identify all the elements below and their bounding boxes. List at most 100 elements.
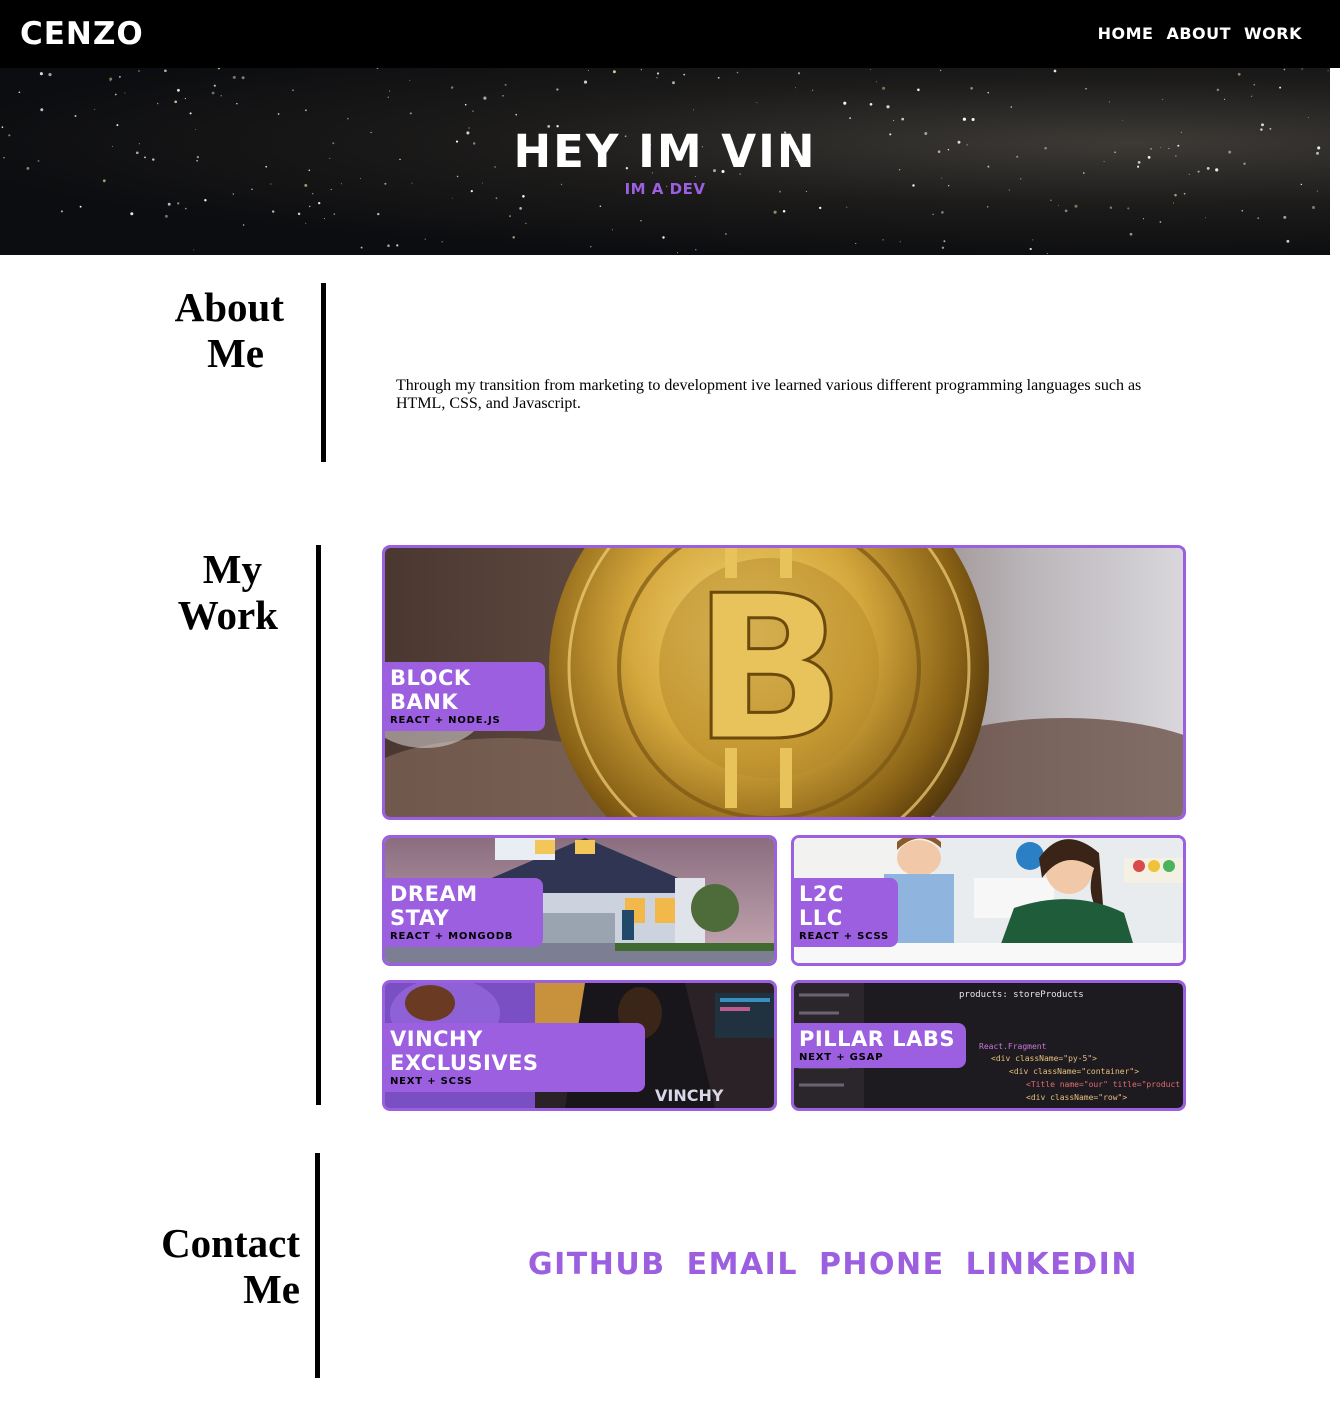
star <box>1046 252 1048 254</box>
star <box>304 109 307 112</box>
star <box>756 102 758 104</box>
star <box>1279 86 1282 89</box>
project-title: L2C LLC <box>799 882 844 930</box>
top-navbar: CENZO Home About Work <box>0 0 1340 68</box>
star <box>932 213 934 216</box>
star <box>124 92 126 94</box>
star <box>213 84 216 87</box>
star <box>297 212 301 216</box>
star <box>377 212 380 216</box>
star <box>736 71 739 74</box>
star <box>901 117 905 121</box>
star <box>640 220 642 222</box>
code-line-1: products: storeProducts <box>959 990 1084 1000</box>
nav-link-about[interactable]: About <box>1166 20 1231 48</box>
star <box>519 207 522 210</box>
hero-banner: HEY IM VIN IM A DEV <box>0 68 1330 255</box>
star <box>1142 218 1145 220</box>
star <box>1159 221 1162 223</box>
star <box>1173 202 1175 204</box>
brand-logo[interactable]: CENZO <box>20 14 144 54</box>
star <box>611 229 613 231</box>
star <box>464 103 467 106</box>
star <box>396 244 399 247</box>
star <box>1029 247 1032 251</box>
contact-link-phone[interactable]: Phone <box>819 1245 945 1285</box>
star <box>1122 119 1124 121</box>
project-card-l2c-llc[interactable]: L2C LLC React + SCSS <box>791 835 1186 966</box>
star <box>583 80 588 84</box>
star <box>943 240 946 243</box>
about-heading-line1: About <box>174 284 284 330</box>
star <box>1162 98 1164 100</box>
star <box>167 202 171 206</box>
contact-heading: Contact Me <box>150 1220 300 1312</box>
about-text: Through my transition from marketing to … <box>396 377 1142 412</box>
star <box>164 69 167 73</box>
star <box>1108 101 1110 103</box>
star <box>409 112 412 115</box>
star <box>189 112 192 115</box>
star <box>1058 205 1059 207</box>
star <box>236 102 238 105</box>
star <box>970 86 973 90</box>
nav-link-home[interactable]: Home <box>1098 20 1154 48</box>
project-stack: Next + SCSS <box>390 1076 473 1087</box>
project-tag: L2C LLC React + SCSS <box>794 878 898 947</box>
nav-link-work[interactable]: Work <box>1244 20 1302 48</box>
star <box>662 236 665 239</box>
contact-heading-line1: Contact <box>161 1220 300 1266</box>
star <box>1129 232 1133 236</box>
star <box>1223 98 1226 101</box>
star <box>1286 239 1290 243</box>
star <box>1109 206 1113 209</box>
contact-link-linkedin[interactable]: LinkedIn <box>966 1245 1138 1285</box>
vinchy-logo-print: VINCHY <box>655 1086 724 1105</box>
star <box>48 73 52 77</box>
star <box>556 88 559 91</box>
star <box>843 101 847 105</box>
star <box>60 210 63 213</box>
star <box>177 202 180 205</box>
star <box>409 79 411 81</box>
star <box>869 68 871 70</box>
star <box>176 88 180 92</box>
star <box>1283 215 1287 219</box>
contact-link-github[interactable]: Github <box>528 1245 666 1285</box>
star <box>1064 209 1068 213</box>
star <box>849 117 851 119</box>
project-title: Pillar Labs <box>799 1027 955 1051</box>
star <box>292 89 294 91</box>
star <box>515 113 517 116</box>
project-card-block-bank[interactable]: B Block Bank React + Node.js <box>382 545 1186 820</box>
star <box>232 75 236 79</box>
project-card-dream-stay[interactable]: Dream Stay React + MongoDB <box>382 835 777 966</box>
star <box>512 236 515 239</box>
star <box>109 77 113 81</box>
star <box>472 110 474 112</box>
star <box>387 96 389 98</box>
project-card-pillar-labs[interactable]: products: storeProducts React.Fragment <… <box>791 980 1186 1111</box>
star <box>1127 207 1130 210</box>
project-title: Vinchy Exclusives <box>390 1027 539 1075</box>
project-stack: Next + GSAP <box>799 1052 884 1063</box>
work-heading-line2: Work <box>177 592 278 638</box>
star <box>1307 117 1309 118</box>
svg-text:B: B <box>693 553 845 786</box>
star <box>971 117 975 122</box>
star <box>220 95 222 97</box>
star <box>1085 88 1087 90</box>
nav-links: Home About Work <box>1098 20 1302 48</box>
star <box>272 210 275 213</box>
project-card-vinchy-exclusives[interactable]: VINCHY Vinchy Exclusives Next + SCSS <box>382 980 777 1111</box>
star <box>941 246 945 249</box>
contact-link-email[interactable]: Email <box>687 1245 798 1285</box>
code-line-4: <div className="container"> <box>1009 1067 1139 1076</box>
star <box>590 246 592 248</box>
star <box>277 113 280 115</box>
star <box>917 88 920 92</box>
star <box>74 115 77 117</box>
contact-divider <box>315 1153 320 1378</box>
code-line-3: <div className="py-5"> <box>991 1054 1097 1063</box>
star <box>1053 69 1057 73</box>
